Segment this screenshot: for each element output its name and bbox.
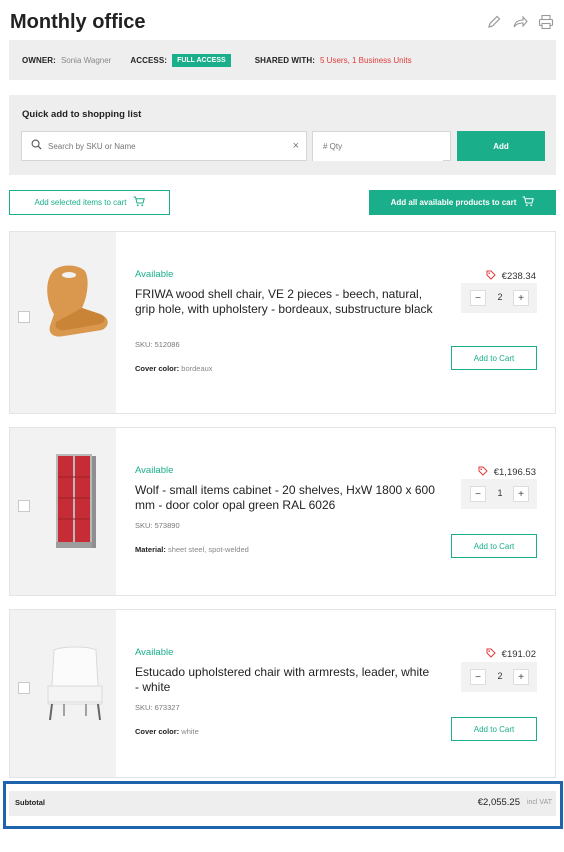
pencil-icon[interactable] bbox=[486, 14, 502, 30]
product-attribute: Cover color: white bbox=[135, 727, 199, 736]
quantity-value[interactable]: 1 bbox=[492, 488, 508, 498]
list-info-bar: OWNER: Sonia Wagner ACCESS: FULL ACCESS … bbox=[9, 40, 556, 80]
product-sku: SKU: 573890 bbox=[135, 521, 180, 530]
availability-status: Available bbox=[135, 465, 174, 476]
price-tag-icon bbox=[486, 270, 496, 283]
product-attribute: Material: sheet steel, spot-welded bbox=[135, 545, 249, 554]
product-attribute: Cover color: bordeaux bbox=[135, 364, 213, 373]
subtotal-label: Subtotal bbox=[15, 798, 45, 807]
vat-note: incl VAT bbox=[526, 799, 552, 806]
quantity-value[interactable]: 2 bbox=[492, 671, 508, 681]
decrease-button[interactable]: − bbox=[470, 486, 486, 502]
subtotal-bar: Subtotal €2,055.25 incl VAT bbox=[9, 791, 556, 816]
product-image bbox=[10, 232, 116, 413]
price-tag-icon bbox=[478, 466, 488, 479]
product-price: €1,196.53 bbox=[478, 466, 536, 479]
clear-icon[interactable]: × bbox=[293, 140, 299, 152]
quantity-stepper: − 2 + bbox=[461, 283, 537, 313]
product-image bbox=[10, 428, 116, 595]
quantity-value[interactable]: 2 bbox=[492, 292, 508, 302]
quick-add-button[interactable]: Add bbox=[457, 131, 545, 161]
product-price: €238.34 bbox=[486, 270, 536, 283]
access-badge: FULL ACCESS bbox=[172, 53, 231, 67]
product-price: €191.02 bbox=[486, 648, 536, 661]
product-image bbox=[10, 610, 116, 777]
quantity-stepper: − 1 + bbox=[461, 479, 537, 509]
add-selected-label: Add selected items to cart bbox=[34, 198, 127, 207]
product-name-link[interactable]: FRIWA wood shell chair, VE 2 pieces - be… bbox=[135, 287, 435, 317]
attribute-label: Cover color: bbox=[135, 727, 180, 736]
availability-status: Available bbox=[135, 647, 174, 658]
cart-icon bbox=[522, 196, 535, 209]
quick-add-panel: Quick add to shopping list × Add bbox=[9, 95, 556, 175]
add-to-cart-button[interactable]: Add to Cart bbox=[451, 346, 537, 370]
increase-button[interactable]: + bbox=[513, 290, 529, 306]
add-to-cart-button[interactable]: Add to Cart bbox=[451, 534, 537, 558]
quick-add-title: Quick add to shopping list bbox=[22, 109, 142, 120]
subtotal-value: €2,055.25 bbox=[477, 797, 520, 808]
price-value: €191.02 bbox=[501, 649, 536, 660]
access-label: ACCESS: bbox=[130, 55, 168, 65]
price-value: €1,196.53 bbox=[493, 467, 536, 478]
decrease-button[interactable]: − bbox=[470, 290, 486, 306]
shared-value-link[interactable]: 5 Users, 1 Business Units bbox=[320, 56, 412, 65]
search-field[interactable]: × bbox=[21, 131, 307, 161]
attribute-label: Cover color: bbox=[135, 364, 180, 373]
price-tag-icon bbox=[486, 648, 496, 661]
quantity-stepper: − 2 + bbox=[461, 662, 537, 692]
product-sku: SKU: 673327 bbox=[135, 703, 180, 712]
shared-label: SHARED WITH: bbox=[254, 55, 315, 65]
decrease-button[interactable]: − bbox=[470, 669, 486, 685]
qty-field[interactable] bbox=[312, 131, 451, 161]
print-icon[interactable] bbox=[538, 14, 554, 30]
page-title: Monthly office bbox=[10, 11, 146, 33]
list-item: Available FRIWA wood shell chair, VE 2 p… bbox=[9, 231, 556, 414]
add-to-cart-button[interactable]: Add to Cart bbox=[451, 717, 537, 741]
item-checkbox[interactable] bbox=[18, 682, 30, 694]
increase-button[interactable]: + bbox=[513, 486, 529, 502]
cart-icon bbox=[133, 196, 145, 209]
add-selected-button[interactable]: Add selected items to cart bbox=[9, 190, 170, 215]
wood-chair-image bbox=[47, 265, 108, 337]
product-sku: SKU: 512086 bbox=[135, 340, 180, 349]
owner-value: Sonia Wagner bbox=[60, 55, 112, 65]
owner-label: OWNER: bbox=[22, 55, 56, 65]
add-all-button[interactable]: Add all available products to cart bbox=[369, 190, 556, 215]
attribute-value: sheet steel, spot-welded bbox=[167, 545, 249, 554]
availability-status: Available bbox=[135, 269, 174, 280]
item-checkbox[interactable] bbox=[18, 500, 30, 512]
product-name-link[interactable]: Wolf - small items cabinet - 20 shelves,… bbox=[135, 483, 435, 513]
increase-button[interactable]: + bbox=[513, 669, 529, 685]
search-icon bbox=[31, 137, 42, 155]
attribute-value: bordeaux bbox=[181, 364, 213, 373]
white-chair-image bbox=[47, 646, 103, 721]
price-value: €238.34 bbox=[501, 271, 536, 282]
attribute-value: white bbox=[181, 727, 199, 736]
qty-input[interactable] bbox=[313, 132, 443, 161]
attribute-label: Material: bbox=[135, 545, 166, 554]
list-item: Available Estucado upholstered chair wit… bbox=[9, 609, 556, 778]
header-actions bbox=[486, 14, 554, 30]
search-input[interactable] bbox=[48, 141, 278, 151]
product-name-link[interactable]: Estucado upholstered chair with armrests… bbox=[135, 665, 435, 695]
list-item: Available Wolf - small items cabinet - 2… bbox=[9, 427, 556, 596]
share-icon[interactable] bbox=[512, 14, 528, 30]
item-checkbox[interactable] bbox=[18, 311, 30, 323]
add-all-label: Add all available products to cart bbox=[390, 198, 517, 207]
locker-cabinet-image bbox=[56, 454, 96, 548]
